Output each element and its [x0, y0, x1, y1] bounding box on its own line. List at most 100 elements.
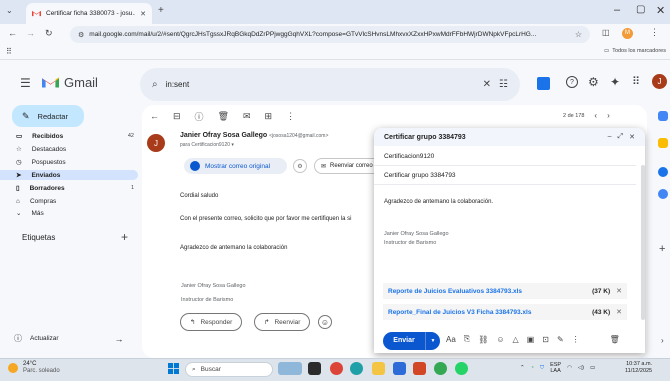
all-bookmarks[interactable]: ▭ Todos los marcadores	[604, 48, 666, 54]
store-icon[interactable]	[393, 362, 406, 375]
onedrive-icon[interactable]: ◔	[531, 365, 534, 371]
compose-to-field[interactable]: Certificacion9120	[374, 147, 636, 166]
settings-circle-button[interactable]: ⚙	[293, 159, 307, 173]
gmail-logo[interactable]: Gmail	[42, 75, 98, 90]
sidebar-item-snoozed[interactable]: ◷ Pospuestos	[16, 157, 136, 167]
security-shield-icon[interactable]: ⛉	[540, 365, 544, 372]
delete-icon[interactable]: 🗑	[218, 111, 229, 122]
settings-gear-icon[interactable]: ⚙	[588, 75, 599, 89]
show-original-button[interactable]: Mostrar correo original	[184, 158, 287, 174]
sidebar-item-sent[interactable]: ➤ Enviados	[0, 170, 138, 180]
whatsapp-icon[interactable]	[455, 362, 468, 375]
keep-icon[interactable]	[658, 138, 668, 148]
back-icon[interactable]: ←	[8, 28, 17, 38]
sidebar-item-starred[interactable]: ☆ Destacados	[16, 144, 136, 154]
formatting-options-icon[interactable]: Aa	[446, 335, 456, 344]
confidential-lock-icon[interactable]: ⊡	[542, 335, 549, 344]
extensions-icon[interactable]: ◫	[602, 28, 610, 37]
file-explorer-icon[interactable]	[372, 362, 385, 375]
contacts-icon[interactable]	[658, 189, 668, 199]
arrow-right-icon[interactable]: →	[115, 334, 124, 344]
compose-header[interactable]: Certificar grupo 3384793 – ⤢ ✕	[374, 128, 645, 146]
tray-overflow-icon[interactable]: ⌃	[520, 365, 525, 371]
apps-grid-icon[interactable]: ⠿	[6, 47, 12, 56]
gemini-spark-icon[interactable]	[537, 77, 550, 90]
close-compose-icon[interactable]: ✕	[629, 133, 635, 141]
next-page-icon[interactable]: ›	[607, 111, 610, 120]
google-apps-icon[interactable]: ⠿	[632, 75, 640, 88]
search-input[interactable]	[165, 80, 475, 89]
signature-pen-icon[interactable]: ✎	[557, 335, 564, 344]
bookmark-star-icon[interactable]: ☆	[575, 30, 582, 39]
attachment-item[interactable]: Reporte_Final de Juicios V3 Ficha 338479…	[383, 304, 627, 320]
tab-close-icon[interactable]: ✕	[140, 10, 146, 18]
sidebar-item-purchases[interactable]: ⌂ Compras	[16, 196, 136, 206]
insert-link-icon[interactable]: ⛓	[478, 335, 488, 344]
powerpoint-icon[interactable]	[413, 362, 426, 375]
chrome-profile-icon[interactable]	[434, 362, 447, 375]
move-to-icon[interactable]: ⊞	[265, 111, 273, 122]
edge-icon[interactable]	[350, 362, 363, 375]
clear-search-icon[interactable]: ✕	[483, 79, 491, 90]
archive-icon[interactable]: ⊟	[173, 111, 181, 122]
help-icon[interactable]: ?	[566, 76, 578, 88]
chrome-icon[interactable]	[330, 362, 343, 375]
forward-button[interactable]: ↱ Reenviar	[254, 313, 311, 331]
taskbar-search[interactable]: ⌕ Buscar	[185, 362, 273, 377]
wifi-icon[interactable]: ◠	[567, 365, 572, 371]
add-label-icon[interactable]: +	[121, 230, 128, 244]
new-tab-button[interactable]: +	[158, 5, 164, 16]
close-window-icon[interactable]: ✕	[656, 4, 665, 17]
gemini-star-icon[interactable]: ✦	[610, 75, 620, 89]
browser-tab-active[interactable]: Certificar ficha 3380073 - josu... ✕	[26, 3, 152, 24]
emoji-react-icon[interactable]: ☺	[318, 315, 332, 329]
weather-widget[interactable]: 24°C Parc. soleado	[8, 361, 60, 375]
calendar-icon[interactable]	[658, 111, 668, 121]
reply-button[interactable]: ↰ Responder	[180, 313, 243, 331]
minimize-icon[interactable]: –	[614, 4, 620, 16]
prev-page-icon[interactable]: ‹	[594, 111, 597, 120]
expand-panel-icon[interactable]: ›	[661, 336, 664, 345]
compose-scrollbar[interactable]	[641, 165, 645, 320]
profile-avatar[interactable]: M	[622, 28, 633, 39]
status-row[interactable]: ⓘ Actualizar →	[14, 333, 124, 344]
main-menu-icon[interactable]: ☰	[20, 76, 31, 90]
tab-list-button[interactable]: ⌄	[6, 6, 13, 15]
fullscreen-compose-icon[interactable]: ⤢	[618, 133, 624, 141]
report-spam-icon[interactable]: ⓘ	[195, 110, 204, 123]
reload-icon[interactable]: ↻	[45, 28, 53, 39]
attachment-item[interactable]: Reporte de Juicios Evaluativos 3384793.x…	[383, 283, 627, 299]
battery-icon[interactable]: ▭	[590, 365, 595, 371]
insert-emoji-icon[interactable]: ☺	[496, 335, 504, 344]
mail-search[interactable]: ⌕ ✕ ☷	[140, 68, 520, 101]
search-options-icon[interactable]: ☷	[499, 79, 508, 90]
tasks-icon[interactable]	[658, 167, 668, 177]
search-icon[interactable]: ⌕	[152, 79, 158, 90]
volume-icon[interactable]: ◁)	[578, 365, 584, 371]
windows-start-icon[interactable]	[168, 363, 179, 374]
site-info-icon[interactable]: ⚙	[78, 31, 84, 39]
sidebar-item-drafts[interactable]: ▯ Borradores 1	[16, 183, 136, 193]
browser-menu-icon[interactable]: ⋮	[650, 27, 659, 38]
address-bar[interactable]: ⚙ mail.google.com/mail/u/2/#sent/QgrcJHs…	[70, 26, 590, 43]
more-options-icon[interactable]: ⋮	[572, 335, 580, 344]
taskbar-widget-icon[interactable]	[278, 362, 302, 375]
remove-attachment-icon[interactable]: ✕	[616, 287, 622, 295]
remove-attachment-icon[interactable]: ✕	[616, 308, 622, 316]
get-addons-icon[interactable]: +	[659, 243, 665, 255]
forward-icon[interactable]: →	[26, 28, 35, 38]
sidebar-item-more[interactable]: ⌄ Más	[16, 208, 136, 218]
attach-file-icon[interactable]: ⎘	[464, 334, 470, 344]
taskbar-clock[interactable]: 10:37 a.m. 11/12/2025	[625, 361, 652, 375]
recipient-line[interactable]: para Certificacion9120 ▾	[180, 142, 234, 148]
attachment-name[interactable]: Reporte_Final de Juicios V3 Ficha 338479…	[388, 309, 592, 316]
maximize-icon[interactable]: ▢	[636, 4, 645, 15]
mark-unread-icon[interactable]: ✉	[243, 111, 251, 122]
compose-subject-field[interactable]: Certificar grupo 3384793	[374, 166, 636, 185]
schedule-send-dropdown-icon[interactable]: ▼	[426, 338, 440, 344]
minimize-compose-icon[interactable]: –	[608, 133, 612, 141]
compose-button[interactable]: ✎ Redactar	[12, 105, 84, 127]
account-avatar[interactable]: J	[652, 74, 667, 89]
insert-photo-icon[interactable]: ▣	[527, 335, 535, 344]
send-button[interactable]: Enviar ▼	[383, 332, 440, 350]
